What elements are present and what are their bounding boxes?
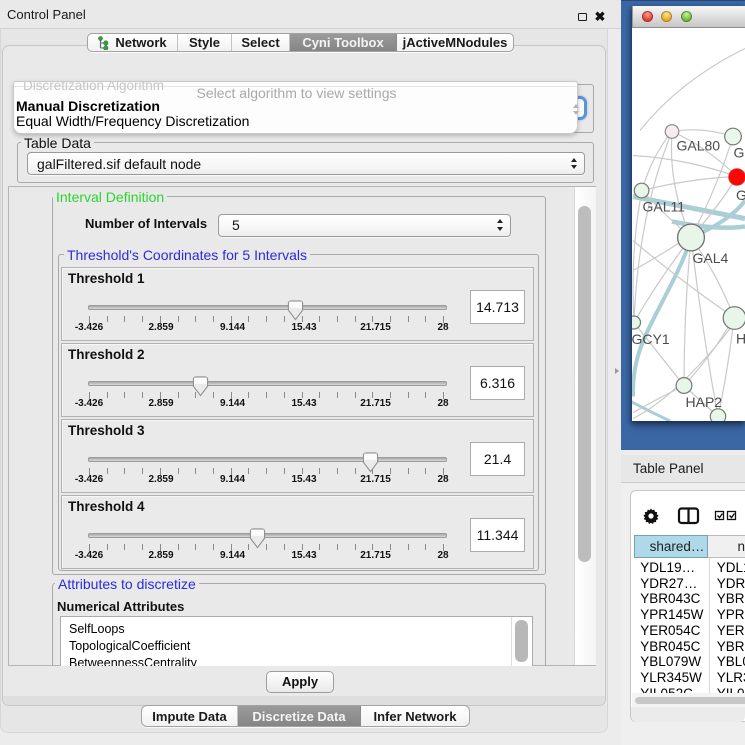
svg-text:G.: G.	[734, 144, 745, 160]
svg-text:GAL11: GAL11	[643, 198, 686, 214]
svg-text:H: H	[736, 330, 745, 346]
svg-text:GAL80: GAL80	[677, 137, 721, 153]
svg-text:GAL4: GAL4	[693, 250, 729, 266]
svg-text:HAP2: HAP2	[686, 394, 723, 410]
svg-text:GCY1: GCY1	[632, 331, 670, 347]
svg-text:G: G	[736, 187, 745, 203]
